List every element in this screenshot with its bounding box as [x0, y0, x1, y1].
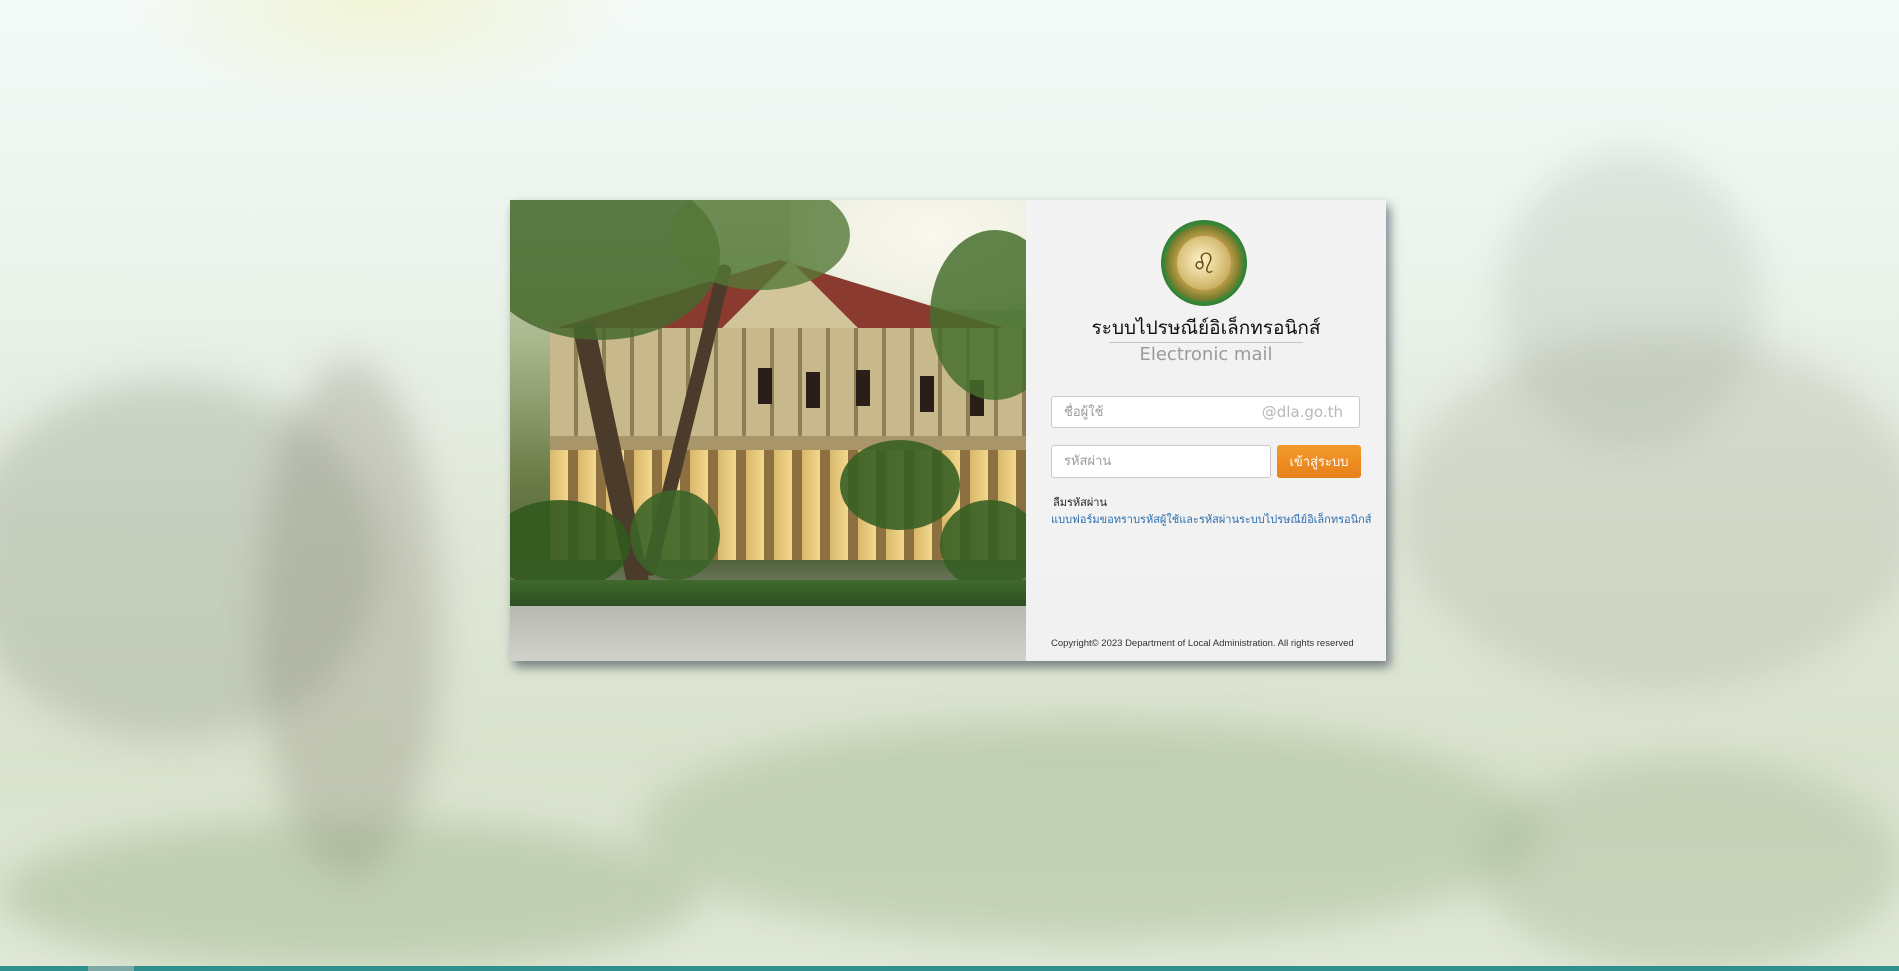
login-button[interactable]: เข้าสู่ระบบ	[1277, 445, 1361, 478]
username-field-wrapper: @dla.go.th	[1051, 396, 1360, 428]
login-panel: ♌ ระบบไปรษณีย์อิเล็กทรอนิกส์ Electronic …	[510, 200, 1386, 661]
forgot-password-label: ลืมรหัสผ่าน	[1053, 496, 1108, 509]
bottom-bar-tab	[88, 966, 134, 971]
username-input[interactable]	[1052, 397, 1264, 427]
copyright-text: Copyright© 2023 Department of Local Admi…	[1051, 638, 1354, 649]
domain-suffix: @dla.go.th	[1261, 403, 1343, 421]
lion-emblem-icon: ♌	[1177, 236, 1231, 290]
app-title-english: Electronic mail	[1139, 344, 1273, 365]
bottom-bar	[0, 966, 1899, 971]
password-input[interactable]	[1051, 445, 1271, 478]
request-credentials-link[interactable]: แบบฟอร์มขอทราบรหัสผู้ใช้และรหัสผ่านระบบไ…	[1051, 510, 1372, 528]
department-logo: ♌	[1161, 220, 1247, 306]
building-photo	[510, 200, 1026, 661]
title-divider	[1109, 342, 1303, 343]
login-form: ♌ ระบบไปรษณีย์อิเล็กทรอนิกส์ Electronic …	[1026, 200, 1386, 661]
app-title-thai: ระบบไปรษณีย์อิเล็กทรอนิกส์	[1091, 317, 1321, 339]
